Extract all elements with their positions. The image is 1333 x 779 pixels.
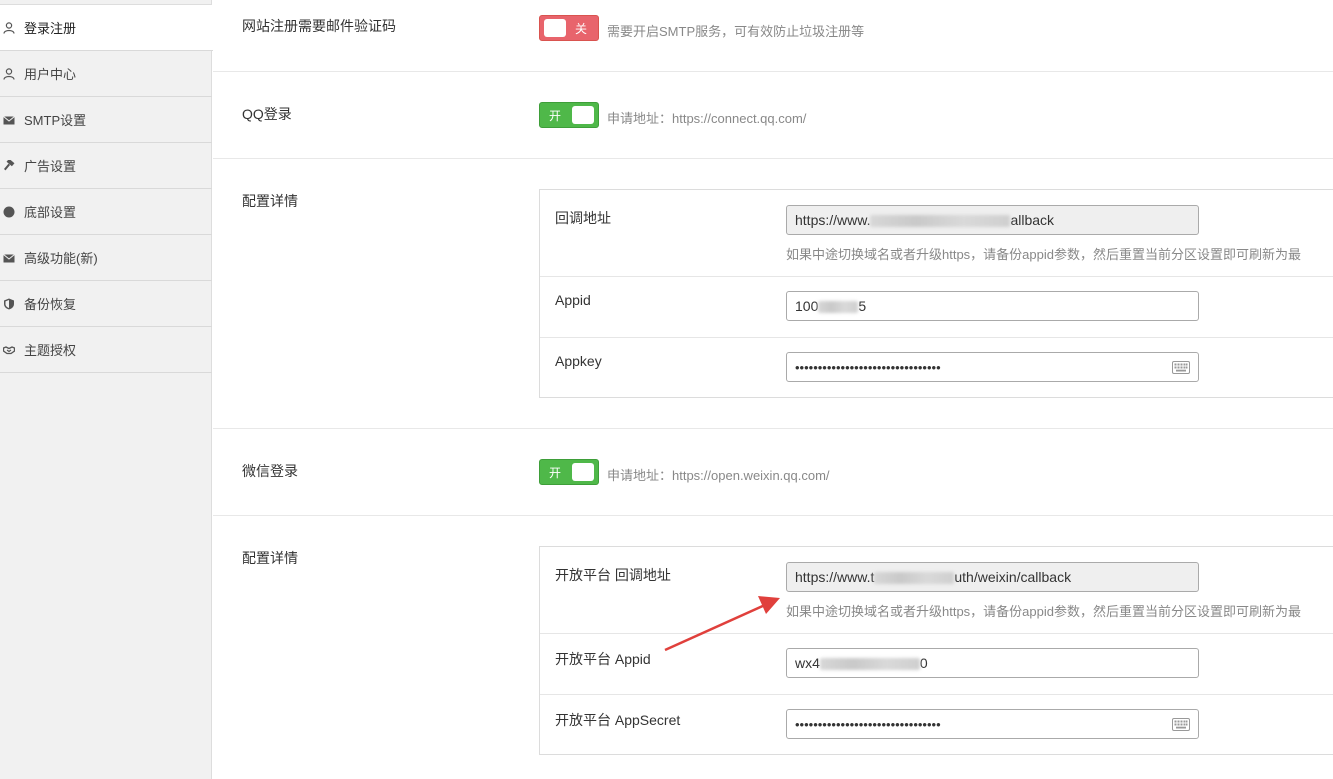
- wechat-appid-label: 开放平台 Appid: [555, 651, 651, 667]
- input-value-suffix: 0: [919, 655, 928, 671]
- sidebar-item-label: 用户中心: [24, 67, 77, 82]
- sidebar-item-backup[interactable]: 备份恢复: [0, 281, 212, 327]
- wechat-appid-input[interactable]: wx4 0: [786, 648, 1199, 678]
- wechat-callback-hint: 如果中途切换域名或者升级https，请备份appid参数，然后重置当前分区设置即…: [786, 604, 1301, 619]
- sidebar-item-ads[interactable]: 广告设置: [0, 143, 212, 189]
- sidebar-item-advanced[interactable]: 高级功能(新): [0, 235, 212, 281]
- qq-appid-input[interactable]: 100 5: [786, 291, 1199, 321]
- hammer-icon: [3, 159, 15, 172]
- qq-appid-row: Appid 100 5: [540, 276, 1333, 338]
- section-divider: [213, 71, 1333, 72]
- qq-appid-label: Appid: [555, 292, 591, 308]
- redacted-blur: [874, 572, 955, 585]
- qq-login-hint: 申请地址：https://connect.qq.com/: [607, 111, 807, 126]
- sidebar-item-label: 高级功能(新): [24, 251, 98, 266]
- qq-config-box: 回调地址 https://www. allback 如果中途切换域名或者升级htt…: [539, 189, 1333, 398]
- circle-icon: [3, 206, 15, 218]
- qq-config-label: 配置详情: [242, 193, 298, 209]
- wechat-config-label: 配置详情: [242, 550, 298, 566]
- section-divider: [213, 428, 1333, 429]
- wechat-config-box: 开放平台 回调地址 https://www.t uth/weixin/callba…: [539, 546, 1333, 755]
- email-verify-switch[interactable]: 关: [539, 15, 599, 41]
- email-verify-hint: 需要开启SMTP服务，可有效防止垃圾注册等: [607, 24, 865, 39]
- sidebar-item-label: 备份恢复: [24, 297, 77, 312]
- wechat-callback-label: 开放平台 回调地址: [555, 567, 671, 583]
- sidebar-item-label: 主题授权: [24, 343, 77, 358]
- switch-knob: [572, 463, 594, 481]
- wechat-appid-row: 开放平台 Appid wx4 0: [540, 633, 1333, 695]
- sidebar-item-label: SMTP设置: [24, 113, 87, 128]
- qq-callback-input[interactable]: https://www. allback: [786, 205, 1199, 235]
- keyboard-icon[interactable]: [1172, 718, 1190, 731]
- envelope-icon: [3, 252, 15, 264]
- input-value-prefix: 100: [795, 298, 819, 314]
- input-value-prefix: https://www.t: [795, 569, 875, 585]
- sidebar-item-login-register[interactable]: 登录注册: [0, 5, 213, 51]
- switch-knob: [544, 19, 566, 37]
- qq-appkey-label: Appkey: [555, 353, 602, 369]
- password-value: ••••••••••••••••••••••••••••••••: [795, 360, 941, 375]
- redacted-blur: [819, 658, 920, 671]
- envelope-icon: [3, 114, 15, 126]
- switch-text: 开: [549, 466, 562, 480]
- qq-appkey-input[interactable]: ••••••••••••••••••••••••••••••••: [786, 352, 1199, 382]
- switch-text: 开: [549, 109, 562, 123]
- qq-login-label: QQ登录: [242, 106, 292, 122]
- qq-callback-row: 回调地址 https://www. allback 如果中途切换域名或者升级htt…: [540, 190, 1333, 277]
- redacted-blur: [870, 215, 1011, 228]
- input-value-prefix: https://www.: [795, 212, 871, 228]
- wechat-appsecret-input[interactable]: ••••••••••••••••••••••••••••••••: [786, 709, 1199, 739]
- sidebar: 登录注册 用户中心 SMTP设置 广告设置 底部设置 高级功能(新) 备份恢复 …: [0, 0, 213, 779]
- password-value: ••••••••••••••••••••••••••••••••: [795, 717, 941, 732]
- redacted-blur: [818, 301, 859, 314]
- sidebar-item-user-center[interactable]: 用户中心: [0, 51, 212, 97]
- user-icon: [3, 21, 15, 34]
- shield-icon: [3, 298, 15, 310]
- section-divider: [213, 515, 1333, 516]
- qq-login-switch[interactable]: 开: [539, 102, 599, 128]
- wechat-appsecret-label: 开放平台 AppSecret: [555, 712, 681, 728]
- sidebar-item-label: 广告设置: [24, 159, 77, 174]
- qq-appkey-row: Appkey ••••••••••••••••••••••••••••••••: [540, 337, 1333, 397]
- qq-callback-hint: 如果中途切换域名或者升级https，请备份appid参数，然后重置当前分区设置即…: [786, 247, 1301, 262]
- input-value-prefix: wx4: [795, 655, 820, 671]
- user-icon: [3, 67, 15, 80]
- qq-callback-label: 回调地址: [555, 210, 611, 226]
- sidebar-item-footer[interactable]: 底部设置: [0, 189, 212, 235]
- handshake-icon: [3, 344, 15, 356]
- sidebar-item-smtp[interactable]: SMTP设置: [0, 97, 212, 143]
- wechat-login-switch[interactable]: 开: [539, 459, 599, 485]
- wechat-login-label: 微信登录: [242, 463, 298, 479]
- input-value-suffix: 5: [858, 298, 867, 314]
- wechat-appsecret-row: 开放平台 AppSecret •••••••••••••••••••••••••…: [540, 694, 1333, 754]
- input-value-suffix: allback: [1010, 212, 1055, 228]
- section-divider: [213, 158, 1333, 159]
- sidebar-item-label: 登录注册: [24, 21, 77, 36]
- sidebar-item-license[interactable]: 主题授权: [0, 327, 212, 373]
- settings-main: 网站注册需要邮件验证码 关 需要开启SMTP服务，可有效防止垃圾注册等 QQ登录…: [213, 0, 1333, 779]
- email-verify-label: 网站注册需要邮件验证码: [242, 18, 396, 34]
- wechat-callback-input[interactable]: https://www.t uth/weixin/callback: [786, 562, 1199, 592]
- sidebar-item-label: 底部设置: [24, 205, 77, 220]
- switch-text: 关: [574, 22, 587, 36]
- switch-knob: [572, 106, 594, 124]
- input-value-suffix: uth/weixin/callback: [954, 569, 1072, 585]
- keyboard-icon[interactable]: [1172, 361, 1190, 374]
- wechat-login-hint: 申请地址：https://open.weixin.qq.com/: [607, 468, 830, 483]
- wechat-callback-row: 开放平台 回调地址 https://www.t uth/weixin/callba…: [540, 547, 1333, 634]
